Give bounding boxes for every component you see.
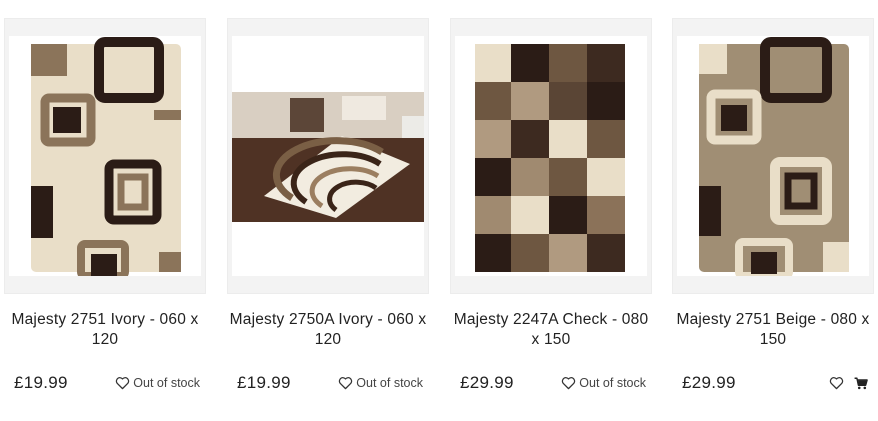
wishlist-button[interactable]: Out of stock (338, 376, 423, 390)
product-price: £29.99 (460, 373, 514, 392)
wishlist-button[interactable]: Out of stock (561, 376, 646, 390)
product-image[interactable] (455, 36, 647, 276)
rug-check-image (475, 44, 625, 272)
wishlist-button[interactable] (829, 376, 868, 390)
heart-icon[interactable] (115, 376, 130, 390)
product-price: £19.99 (14, 373, 68, 392)
product-image[interactable] (677, 36, 869, 276)
stock-status: Out of stock (579, 376, 646, 390)
product-image-frame[interactable] (450, 18, 652, 294)
product-image-frame[interactable] (4, 18, 206, 294)
wishlist-button[interactable]: Out of stock (115, 376, 200, 390)
product-price: £29.99 (682, 373, 736, 392)
product-title[interactable]: Majesty 2751 Ivory - 060 x 120 (4, 310, 206, 350)
cart-icon[interactable] (854, 377, 868, 390)
stock-status: Out of stock (356, 376, 423, 390)
product-image[interactable] (9, 36, 201, 276)
stock-status: Out of stock (133, 376, 200, 390)
rug-beige-squares-image (699, 37, 849, 276)
product-card[interactable]: Majesty 2751 Beige - 080 x 150 £29.99 (672, 18, 874, 408)
product-image-frame[interactable] (227, 18, 429, 294)
product-price: £19.99 (237, 373, 291, 392)
product-card[interactable]: Majesty 2750A Ivory - 060 x 120 £19.99 O… (227, 18, 429, 408)
product-image[interactable] (232, 36, 424, 276)
product-image-frame[interactable] (672, 18, 874, 294)
product-grid: Majesty 2751 Ivory - 060 x 120 £19.99 Ou… (0, 0, 878, 421)
product-card[interactable]: Majesty 2751 Ivory - 060 x 120 £19.99 Ou… (4, 18, 206, 408)
heart-icon[interactable] (829, 376, 844, 390)
rug-ivory-arcs-room-image (232, 36, 424, 276)
product-card[interactable]: Majesty 2247A Check - 080 x 150 £29.99 O… (450, 18, 652, 408)
product-title[interactable]: Majesty 2751 Beige - 080 x 150 (672, 310, 874, 350)
product-title[interactable]: Majesty 2247A Check - 080 x 150 (450, 310, 652, 350)
rug-ivory-squares-image (31, 37, 181, 276)
heart-icon[interactable] (338, 376, 353, 390)
product-title[interactable]: Majesty 2750A Ivory - 060 x 120 (227, 310, 429, 350)
heart-icon[interactable] (561, 376, 576, 390)
